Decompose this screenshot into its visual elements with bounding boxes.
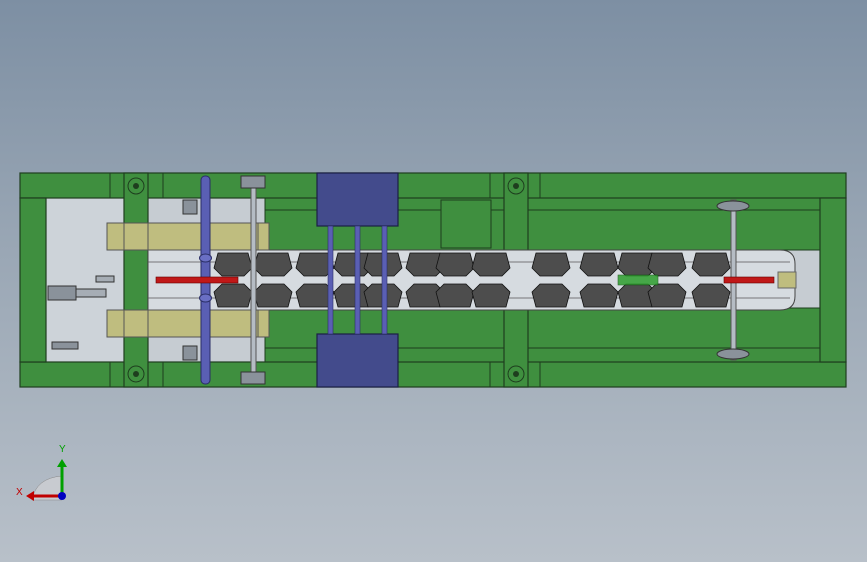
die-block-upper [471,252,511,277]
cad-viewport[interactable]: X Y [0,0,867,562]
guide-plate-top [106,222,270,251]
assembly-top-view [19,172,847,501]
die-block-lower [647,283,687,308]
die-block-upper [647,252,687,277]
cross-beam-left [123,172,149,388]
y-axis-label: Y [59,444,66,455]
cylinder-block-bottom [316,333,399,388]
die-block-upper [579,252,619,277]
die-block-upper [213,252,253,277]
die-block-lower [531,283,571,308]
die-block-lower [579,283,619,308]
die-block-upper [531,252,571,277]
die-block-upper [253,252,293,277]
die-block-upper [435,252,475,277]
die-block-upper [691,252,731,277]
die-block-lower [691,283,731,308]
guide-plate-bottom [106,309,270,338]
die-block-lower [435,283,475,308]
die-block-lower [471,283,511,308]
coordinate-triad [26,459,67,501]
cylinder-block-top [316,172,399,227]
die-block-lower [253,283,293,308]
x-axis-label: X [16,487,23,498]
die-block-lower [213,283,253,308]
